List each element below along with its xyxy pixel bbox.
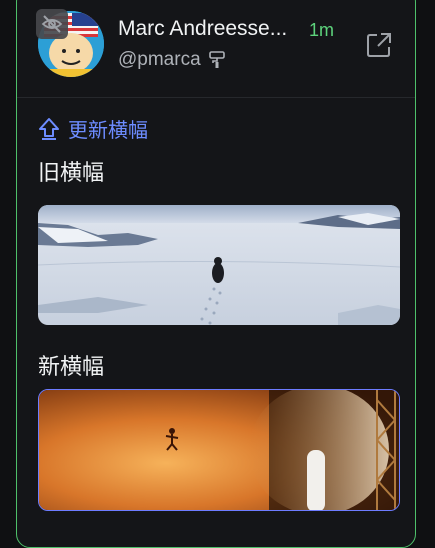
handle[interactable]: @pmarca [118, 49, 201, 71]
timestamp: 1m [309, 20, 335, 40]
snow-landscape-image [38, 205, 400, 325]
new-banner-image[interactable] [38, 389, 400, 511]
external-link-icon [367, 33, 391, 57]
rocket-launch-image [39, 390, 399, 510]
card-header: Marc Andreesse... 1m @pmarca [17, 0, 415, 98]
external-link-button[interactable] [365, 31, 393, 59]
new-banner-title: 新横幅 [38, 354, 105, 379]
paint-roller-icon [208, 51, 225, 68]
update-banner-label: 更新横幅 [68, 120, 148, 142]
update-banner-button[interactable]: 更新横幅 [38, 114, 148, 143]
hide-button[interactable] [36, 9, 68, 39]
eye-slash-icon [41, 15, 63, 33]
handle-row: @pmarca [118, 49, 225, 71]
arrow-up-outline-icon [39, 117, 59, 140]
tweet-card: Marc Andreesse... 1m @pmarca 更新横幅 旧横幅 新横… [16, 0, 416, 548]
old-banner-image[interactable] [38, 205, 400, 325]
old-banner-title: 旧横幅 [38, 160, 105, 185]
display-name[interactable]: Marc Andreesse... [118, 17, 287, 41]
